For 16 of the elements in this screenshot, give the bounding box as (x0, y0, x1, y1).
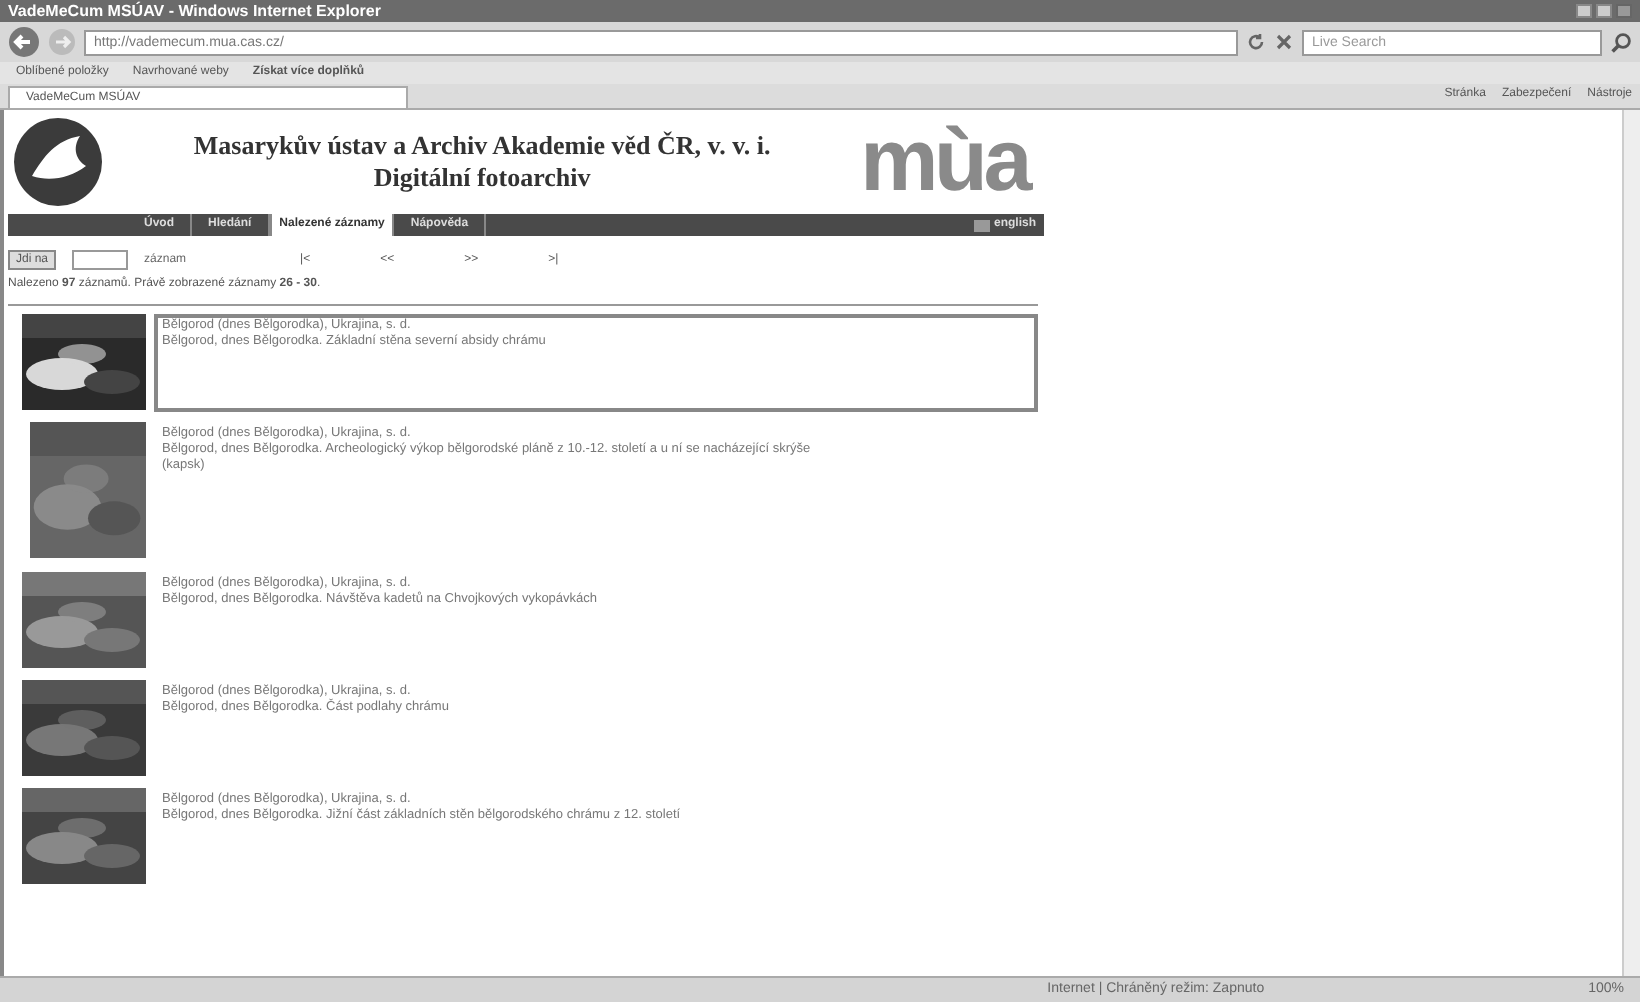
site-title: Masarykův ústav a Archiv Akademie věd ČR, v. v. i. (193, 129, 771, 162)
forward-icon[interactable] (48, 28, 76, 56)
back-icon[interactable] (8, 26, 40, 58)
logo-text: mùa (860, 118, 1032, 206)
stop-icon[interactable] (1274, 32, 1294, 52)
window-title: VadeMeCum MSÚAV - Windows Internet Explorer (8, 3, 381, 19)
flag-icon (973, 219, 990, 231)
minimize-icon[interactable] (1576, 4, 1592, 18)
close-icon[interactable] (1616, 4, 1632, 18)
scrollbar[interactable] (1622, 110, 1640, 976)
maximize-icon[interactable] (1596, 4, 1612, 18)
site-subtitle: Digitální fotoarchiv (373, 162, 591, 195)
record-number-field[interactable] (72, 250, 129, 270)
refresh-icon[interactable] (1246, 32, 1266, 52)
logo-icon (12, 116, 104, 208)
search-icon[interactable] (1610, 31, 1632, 53)
